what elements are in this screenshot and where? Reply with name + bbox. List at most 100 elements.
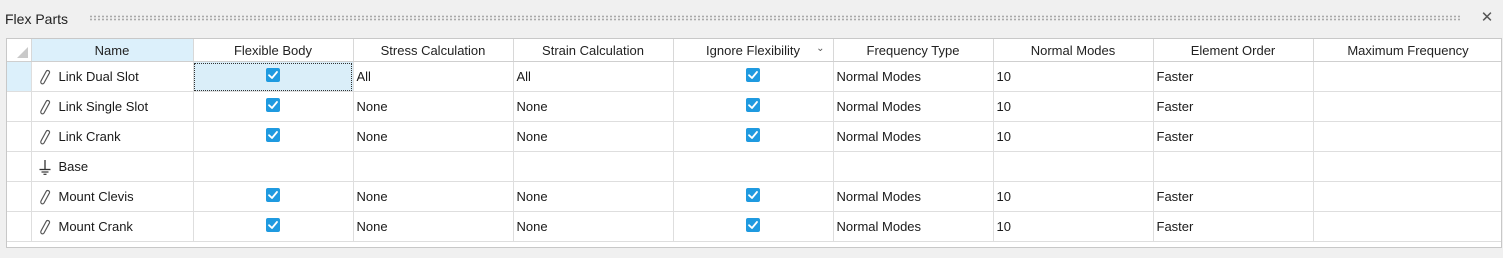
strain-calculation-cell[interactable]: None xyxy=(513,121,674,152)
flexible-part-icon xyxy=(38,189,52,205)
ignore-flexibility-checkbox-cell[interactable] xyxy=(673,61,834,92)
flexible-body-checkbox-cell[interactable] xyxy=(193,61,354,92)
frequency-type-cell[interactable]: Normal Modes xyxy=(833,121,994,152)
maximum-frequency-cell[interactable] xyxy=(1313,151,1501,182)
row-header[interactable] xyxy=(7,181,32,212)
row-header[interactable] xyxy=(7,211,32,242)
checkbox-checked[interactable] xyxy=(746,128,760,143)
part-name: Base xyxy=(58,159,89,175)
stress-calculation-cell[interactable] xyxy=(353,151,514,182)
element-order-cell[interactable]: Faster xyxy=(1153,211,1314,242)
name-cell[interactable]: Mount Crank xyxy=(31,211,194,242)
table-row[interactable]: Mount Crank None None Normal Modes 10 Faster xyxy=(7,211,1501,242)
maximum-frequency-cell[interactable] xyxy=(1313,181,1501,212)
flexible-part-icon xyxy=(38,99,52,115)
normal-modes-cell[interactable]: 10 xyxy=(993,91,1154,122)
name-cell[interactable]: Link Dual Slot xyxy=(31,61,194,92)
flexible-body-checkbox-cell[interactable] xyxy=(193,121,354,152)
close-button[interactable]: ✕ xyxy=(1478,9,1496,27)
col-header-element-order[interactable]: Element Order xyxy=(1153,39,1314,62)
stress-calculation-cell[interactable]: None xyxy=(353,121,514,152)
flexible-body-checkbox-cell[interactable] xyxy=(193,211,354,242)
part-name: Mount Clevis xyxy=(58,189,134,205)
checkbox-checked[interactable] xyxy=(746,68,760,83)
frequency-type-cell[interactable] xyxy=(833,151,994,182)
element-order-cell[interactable]: Faster xyxy=(1153,181,1314,212)
part-name: Link Dual Slot xyxy=(58,69,139,85)
checkbox-checked[interactable] xyxy=(266,68,280,83)
frequency-type-cell[interactable]: Normal Modes xyxy=(833,211,994,242)
ignore-flexibility-checkbox-cell[interactable] xyxy=(673,181,834,212)
col-header-strain[interactable]: Strain Calculation xyxy=(513,39,674,62)
select-all-corner[interactable] xyxy=(7,39,32,62)
checkbox-checked[interactable] xyxy=(746,98,760,113)
checkbox-checked[interactable] xyxy=(266,218,280,233)
ignore-flexibility-checkbox-cell[interactable] xyxy=(673,211,834,242)
name-cell[interactable]: Link Crank xyxy=(31,121,194,152)
checkbox-checked[interactable] xyxy=(746,188,760,203)
normal-modes-cell[interactable] xyxy=(993,151,1154,182)
element-order-cell[interactable] xyxy=(1153,151,1314,182)
checkbox-checked[interactable] xyxy=(266,188,280,203)
normal-modes-cell[interactable]: 10 xyxy=(993,211,1154,242)
element-order-cell[interactable]: Faster xyxy=(1153,61,1314,92)
part-name: Mount Crank xyxy=(58,219,133,235)
flexible-body-checkbox-cell[interactable] xyxy=(193,181,354,212)
header-row: Name Flexible Body Stress Calculation St… xyxy=(7,39,1501,62)
element-order-cell[interactable]: Faster xyxy=(1153,121,1314,152)
panel-title: Flex Parts xyxy=(5,11,69,27)
ignore-flexibility-checkbox-cell[interactable] xyxy=(673,151,834,182)
col-header-normal-modes[interactable]: Normal Modes xyxy=(993,39,1154,62)
maximum-frequency-cell[interactable] xyxy=(1313,61,1501,92)
strain-calculation-cell[interactable]: None xyxy=(513,91,674,122)
name-cell[interactable]: Link Single Slot xyxy=(31,91,194,122)
stress-calculation-cell[interactable]: None xyxy=(353,211,514,242)
stress-calculation-cell[interactable]: All xyxy=(353,61,514,92)
normal-modes-cell[interactable]: 10 xyxy=(993,121,1154,152)
flexible-body-checkbox-cell[interactable] xyxy=(193,151,354,182)
name-cell[interactable]: Mount Clevis xyxy=(31,181,194,212)
col-header-stress[interactable]: Stress Calculation xyxy=(353,39,514,62)
col-header-ignore-flexibility[interactable]: Ignore Flexibility ⌄ xyxy=(673,39,834,62)
name-cell[interactable]: Base xyxy=(31,151,194,182)
maximum-frequency-cell[interactable] xyxy=(1313,121,1501,152)
row-header[interactable] xyxy=(7,151,32,182)
table-row[interactable]: Link Dual Slot All All Normal Modes 10 Faster xyxy=(7,61,1501,92)
maximum-frequency-cell[interactable] xyxy=(1313,91,1501,122)
part-name: Link Crank xyxy=(58,129,121,145)
checkbox-checked[interactable] xyxy=(746,218,760,233)
normal-modes-cell[interactable]: 10 xyxy=(993,61,1154,92)
frequency-type-cell[interactable]: Normal Modes xyxy=(833,91,994,122)
strain-calculation-cell[interactable] xyxy=(513,151,674,182)
drag-grip-handle[interactable] xyxy=(89,15,1461,21)
frequency-type-cell[interactable]: Normal Modes xyxy=(833,61,994,92)
ignore-flexibility-checkbox-cell[interactable] xyxy=(673,91,834,122)
checkbox-checked[interactable] xyxy=(266,98,280,113)
table-row[interactable]: Link Crank None None Normal Modes 10 Faster xyxy=(7,121,1501,152)
ignore-flexibility-checkbox-cell[interactable] xyxy=(673,121,834,152)
chevron-down-icon[interactable]: ⌄ xyxy=(816,43,824,54)
frequency-type-cell[interactable]: Normal Modes xyxy=(833,181,994,212)
strain-calculation-cell[interactable]: All xyxy=(513,61,674,92)
table-row[interactable]: Base xyxy=(7,151,1501,182)
col-header-flexible-body[interactable]: Flexible Body xyxy=(193,39,354,62)
stress-calculation-cell[interactable]: None xyxy=(353,91,514,122)
part-name: Link Single Slot xyxy=(58,99,149,115)
strain-calculation-cell[interactable]: None xyxy=(513,181,674,212)
col-header-frequency-type[interactable]: Frequency Type xyxy=(833,39,994,62)
row-header[interactable] xyxy=(7,91,32,122)
strain-calculation-cell[interactable]: None xyxy=(513,211,674,242)
element-order-cell[interactable]: Faster xyxy=(1153,91,1314,122)
flexible-part-icon xyxy=(38,129,52,145)
flexible-body-checkbox-cell[interactable] xyxy=(193,91,354,122)
col-header-maximum-frequency[interactable]: Maximum Frequency xyxy=(1313,39,1501,62)
table-row[interactable]: Mount Clevis None None Normal Modes 10 Faster xyxy=(7,181,1501,212)
checkbox-checked[interactable] xyxy=(266,128,280,143)
row-header[interactable] xyxy=(7,121,32,152)
col-header-name[interactable]: Name xyxy=(31,39,194,62)
maximum-frequency-cell[interactable] xyxy=(1313,211,1501,242)
table-row[interactable]: Link Single Slot None None Normal Modes 10 Fa… xyxy=(7,91,1501,122)
normal-modes-cell[interactable]: 10 xyxy=(993,181,1154,212)
row-header[interactable] xyxy=(7,61,32,92)
stress-calculation-cell[interactable]: None xyxy=(353,181,514,212)
